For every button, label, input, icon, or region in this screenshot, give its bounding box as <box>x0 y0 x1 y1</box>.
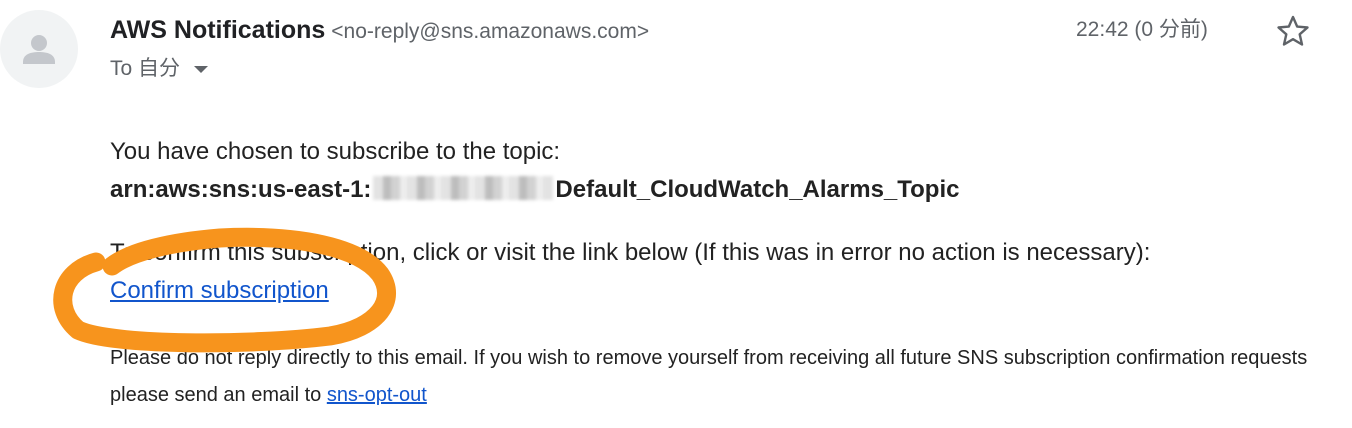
opt-out-line: please send an email to sns-opt-out <box>110 380 427 410</box>
intro-text: You have chosen to subscribe to the topi… <box>110 138 561 165</box>
confirm-subscription-link[interactable]: Confirm subscription <box>110 277 329 304</box>
sender-email: <no-reply@sns.amazonaws.com> <box>331 20 650 43</box>
recipient-line: To 自分 <box>110 55 209 83</box>
topic-arn-prefix: arn:aws:sns:us-east-1: <box>110 176 372 203</box>
confirm-instructions: To confirm this subscription, click or v… <box>110 239 1151 266</box>
star-icon[interactable] <box>1276 14 1310 48</box>
sns-opt-out-link[interactable]: sns-opt-out <box>327 384 427 406</box>
confirm-link-line: Confirm subscription <box>110 276 329 306</box>
opt-out-prefix: please send an email to <box>110 384 327 406</box>
no-reply-notice: Please do not reply directly to this ema… <box>110 347 1308 369</box>
redacted-account-id <box>373 176 554 200</box>
email-timestamp: 22:42 (0 分前) <box>1076 18 1208 41</box>
topic-arn-suffix: Default_CloudWatch_Alarms_Topic <box>555 176 960 203</box>
topic-arn: arn:aws:sns:us-east-1: Default_CloudWatch… <box>110 175 959 205</box>
recipient-label: To 自分 <box>110 57 181 80</box>
sender-name[interactable]: AWS Notifications <box>110 16 325 44</box>
sender-line: AWS Notifications <no-reply@sns.amazonaws… <box>110 14 649 50</box>
chevron-down-icon[interactable] <box>194 65 209 73</box>
sender-avatar <box>0 10 78 88</box>
person-icon <box>23 35 55 64</box>
